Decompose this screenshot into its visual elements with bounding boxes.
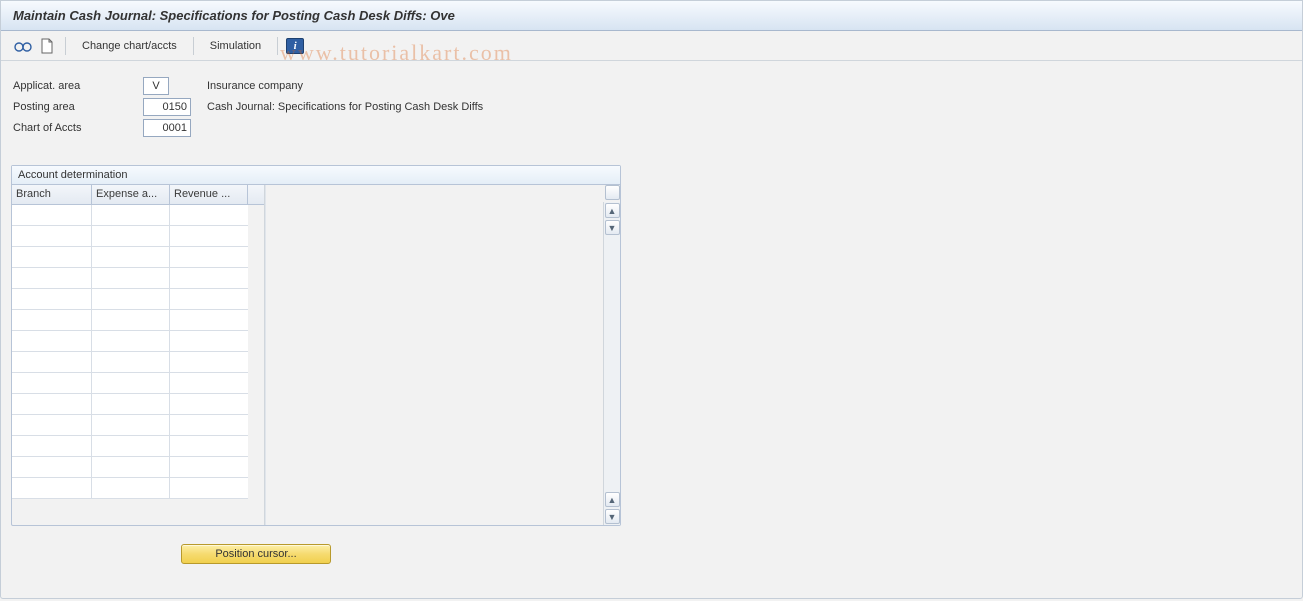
table-cell[interactable]	[170, 415, 248, 436]
page-title: Maintain Cash Journal: Specifications fo…	[13, 8, 455, 23]
table-cell[interactable]	[92, 415, 170, 436]
table-row[interactable]	[12, 457, 264, 478]
table-cell[interactable]	[170, 457, 248, 478]
table-cell[interactable]	[12, 478, 92, 499]
table-row[interactable]	[12, 415, 264, 436]
table-cell[interactable]	[12, 373, 92, 394]
table-cell[interactable]	[12, 247, 92, 268]
table-row[interactable]	[12, 331, 264, 352]
table-row[interactable]	[12, 310, 264, 331]
table-cell[interactable]	[92, 478, 170, 499]
groupbox-body: Branch Expense a... Revenue ... ▲ ▼ ▲ ▼	[12, 185, 620, 525]
posting-area-label: Posting area	[13, 101, 133, 113]
grid-rows	[12, 205, 264, 525]
position-cursor-button[interactable]: Position cursor...	[181, 544, 331, 564]
scroll-up2-icon[interactable]: ▲	[605, 492, 620, 507]
table-cell[interactable]	[12, 331, 92, 352]
table-row[interactable]	[12, 226, 264, 247]
app-frame: Maintain Cash Journal: Specifications fo…	[0, 0, 1303, 599]
table-cell[interactable]	[170, 478, 248, 499]
table-cell[interactable]	[92, 310, 170, 331]
table-row[interactable]	[12, 289, 264, 310]
table-cell[interactable]	[12, 457, 92, 478]
applicat-area-desc: Insurance company	[207, 80, 1292, 92]
col-branch[interactable]: Branch	[12, 185, 92, 204]
table-row[interactable]	[12, 205, 264, 226]
table-cell[interactable]	[12, 436, 92, 457]
grid: Branch Expense a... Revenue ...	[12, 185, 265, 525]
table-cell[interactable]	[170, 268, 248, 289]
table-cell[interactable]	[12, 289, 92, 310]
chart-accts-field[interactable]	[143, 119, 191, 137]
header-form: Applicat. area Insurance company Posting…	[13, 77, 1292, 137]
table-row[interactable]	[12, 373, 264, 394]
table-row[interactable]	[12, 352, 264, 373]
table-cell[interactable]	[12, 268, 92, 289]
separator	[193, 37, 194, 55]
chart-accts-label: Chart of Accts	[13, 122, 133, 134]
table-cell[interactable]	[92, 373, 170, 394]
table-cell[interactable]	[12, 310, 92, 331]
table-row[interactable]	[12, 247, 264, 268]
content-area: Applicat. area Insurance company Posting…	[1, 61, 1302, 580]
table-cell[interactable]	[170, 205, 248, 226]
table-cell[interactable]	[12, 415, 92, 436]
col-revenue[interactable]: Revenue ...	[170, 185, 248, 204]
table-cell[interactable]	[170, 436, 248, 457]
posting-area-desc: Cash Journal: Specifications for Posting…	[207, 101, 1292, 113]
separator	[65, 37, 66, 55]
table-cell[interactable]	[12, 394, 92, 415]
col-expense[interactable]: Expense a...	[92, 185, 170, 204]
table-cell[interactable]	[170, 352, 248, 373]
table-cell[interactable]	[92, 457, 170, 478]
table-cell[interactable]	[92, 247, 170, 268]
table-cell[interactable]	[92, 268, 170, 289]
table-cell[interactable]	[170, 394, 248, 415]
grid-header: Branch Expense a... Revenue ...	[12, 185, 264, 205]
title-bar: Maintain Cash Journal: Specifications fo…	[1, 1, 1302, 31]
vertical-scrollbar[interactable]: ▲ ▼ ▲ ▼	[603, 202, 620, 525]
grid-right-space: ▲ ▼ ▲ ▼	[265, 185, 620, 525]
table-cell[interactable]	[170, 289, 248, 310]
applicat-area-label: Applicat. area	[13, 80, 133, 92]
change-chart-accts-button[interactable]: Change chart/accts	[74, 37, 185, 55]
table-cell[interactable]	[92, 226, 170, 247]
scroll-down2-icon[interactable]: ▼	[605, 509, 620, 524]
table-cell[interactable]	[12, 226, 92, 247]
account-determination-group: Account determination Branch Expense a..…	[11, 165, 621, 526]
bottom-button-row: Position cursor...	[11, 544, 1292, 564]
table-cell[interactable]	[12, 205, 92, 226]
table-row[interactable]	[12, 436, 264, 457]
grid-config-icon[interactable]	[605, 185, 620, 200]
table-cell[interactable]	[92, 394, 170, 415]
applicat-area-field[interactable]	[143, 77, 169, 95]
posting-area-field[interactable]	[143, 98, 191, 116]
table-cell[interactable]	[170, 310, 248, 331]
toolbar: Change chart/accts Simulation i	[1, 31, 1302, 61]
groupbox-title: Account determination	[12, 166, 620, 185]
table-cell[interactable]	[92, 205, 170, 226]
table-cell[interactable]	[92, 331, 170, 352]
scroll-up-icon[interactable]: ▲	[605, 203, 620, 218]
table-row[interactable]	[12, 478, 264, 499]
table-cell[interactable]	[92, 436, 170, 457]
table-cell[interactable]	[170, 373, 248, 394]
glasses-icon[interactable]	[13, 36, 33, 56]
scroll-down-icon[interactable]: ▼	[605, 220, 620, 235]
table-cell[interactable]	[170, 331, 248, 352]
new-page-icon[interactable]	[37, 36, 57, 56]
table-cell[interactable]	[170, 226, 248, 247]
table-cell[interactable]	[12, 352, 92, 373]
info-icon[interactable]: i	[286, 38, 304, 54]
simulation-button[interactable]: Simulation	[202, 37, 269, 55]
table-row[interactable]	[12, 268, 264, 289]
table-cell[interactable]	[170, 247, 248, 268]
separator	[277, 37, 278, 55]
table-cell[interactable]	[92, 352, 170, 373]
table-cell[interactable]	[92, 289, 170, 310]
table-row[interactable]	[12, 394, 264, 415]
